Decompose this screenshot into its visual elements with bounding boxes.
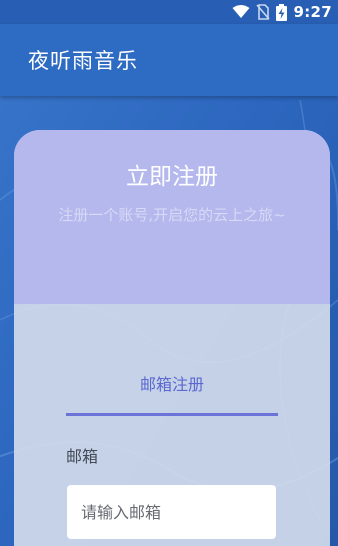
card-header: 立即注册 注册一个账号,开启您的云上之旅~ [14, 130, 330, 304]
status-time: 9:27 [293, 3, 332, 21]
email-input[interactable] [67, 485, 276, 539]
battery-charging-icon [276, 3, 288, 21]
status-icons: 9:27 [232, 2, 332, 22]
tab-underline [66, 413, 278, 416]
register-screen: 9:27 夜听雨音乐 立即注册 注册一个账号,开启您的云上之旅~ 邮箱注册 邮箱 [0, 0, 338, 546]
wifi-icon [232, 5, 250, 19]
email-label: 邮箱 [66, 447, 99, 466]
card-subtitle: 注册一个账号,开启您的云上之旅~ [58, 206, 286, 224]
tab-email-register[interactable]: 邮箱注册 [66, 356, 278, 418]
app-title: 夜听雨音乐 [28, 49, 138, 73]
app-bar: 夜听雨音乐 [0, 24, 338, 96]
no-sim-icon [256, 4, 271, 20]
card-title: 立即注册 [126, 164, 218, 190]
status-bar: 9:27 [0, 0, 338, 24]
tab-label: 邮箱注册 [139, 375, 204, 394]
register-card: 立即注册 注册一个账号,开启您的云上之旅~ 邮箱注册 邮箱 [14, 130, 330, 546]
